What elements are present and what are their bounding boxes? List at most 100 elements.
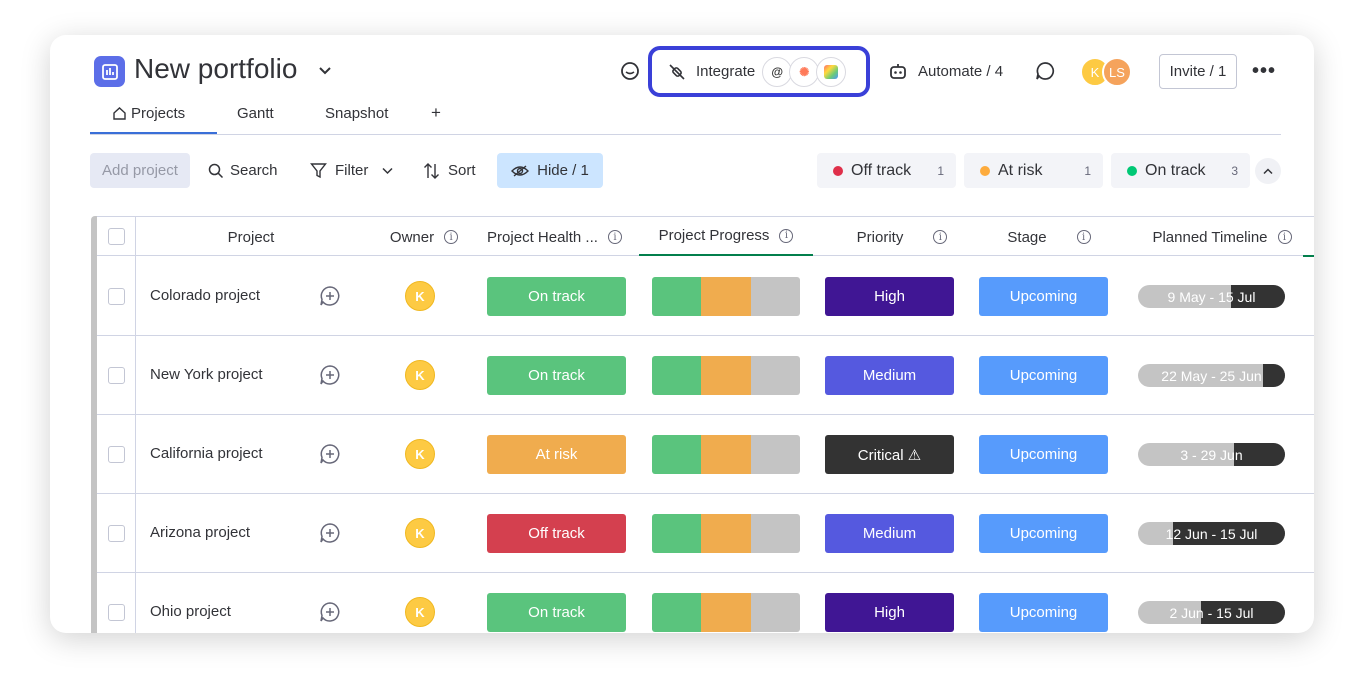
priority-cell[interactable]: Critical ⚠ (825, 435, 954, 474)
table-row[interactable]: Colorado project K On track High Upcomin… (97, 257, 1314, 336)
stage-cell[interactable]: Upcoming (979, 593, 1108, 632)
info-icon[interactable]: i (933, 230, 948, 244)
add-update-icon[interactable] (319, 443, 341, 470)
column-divider (135, 257, 136, 336)
stage-cell[interactable]: Upcoming (979, 435, 1108, 474)
add-update-icon[interactable] (319, 522, 341, 549)
info-icon[interactable]: i (607, 230, 622, 244)
stage-cell[interactable]: Upcoming (979, 277, 1108, 316)
timeline-label: 12 Jun - 15 Jul (1165, 525, 1258, 542)
avatar[interactable]: LS (1102, 57, 1132, 87)
column-header-stage[interactable]: Stage i (979, 217, 1119, 257)
status-dot (980, 165, 990, 176)
table-row[interactable]: California project K At risk Critical ⚠ … (97, 415, 1314, 494)
timeline-bar[interactable]: 9 May - 15 Jul (1138, 285, 1285, 308)
health-status-cell[interactable]: At risk (487, 435, 626, 474)
tab-projects[interactable]: Projects (112, 105, 185, 122)
table-row[interactable]: Ohio project K On track High Upcoming 2 … (97, 573, 1314, 633)
more-options-icon[interactable]: ••• (1252, 60, 1276, 83)
project-name[interactable]: Ohio project (150, 603, 231, 620)
view-tabs: Projects Gantt Snapshot + (90, 99, 1281, 135)
add-update-icon[interactable] (319, 285, 341, 312)
status-dot (833, 165, 843, 176)
timeline-bar[interactable]: 2 Jun - 15 Jul (1138, 601, 1285, 624)
info-icon[interactable]: i (444, 230, 459, 244)
automate-button[interactable]: Automate / 4 (888, 61, 1003, 81)
chevron-down-icon[interactable] (382, 167, 393, 175)
owner-avatar[interactable]: K (405, 597, 435, 627)
project-name[interactable]: Arizona project (150, 524, 250, 541)
sort-icon (423, 162, 440, 180)
table-header: Project Owner i Project Health ... i Proje… (97, 216, 1314, 257)
owner-avatar[interactable]: K (405, 281, 435, 311)
owner-avatar[interactable]: K (405, 439, 435, 469)
status-filter-on-track[interactable]: On track 3 (1111, 153, 1250, 188)
table-row[interactable]: Arizona project K Off track Medium Upcom… (97, 494, 1314, 573)
owner-avatar[interactable]: K (405, 360, 435, 390)
progress-bar (652, 593, 800, 632)
row-checkbox[interactable] (108, 604, 125, 621)
integrate-button[interactable]: Integrate @ ✺ (648, 46, 870, 97)
timeline-bar[interactable]: 3 - 29 Jun (1138, 443, 1285, 466)
row-checkbox[interactable] (108, 367, 125, 384)
progress-segment (652, 277, 702, 316)
priority-cell[interactable]: Medium (825, 356, 954, 395)
info-icon[interactable]: i (1277, 230, 1292, 244)
info-icon[interactable]: i (779, 228, 794, 243)
add-update-icon[interactable] (319, 601, 341, 628)
status-filter-off-track[interactable]: Off track 1 (817, 153, 956, 188)
progress-bar (652, 514, 800, 553)
column-header-project[interactable]: Project (136, 217, 366, 257)
info-icon[interactable]: i (1076, 230, 1091, 244)
health-status-cell[interactable]: On track (487, 593, 626, 632)
column-header-timeline[interactable]: Planned Timeline i (1137, 217, 1307, 257)
project-name[interactable]: New York project (150, 366, 263, 383)
column-header-priority[interactable]: Priority i (819, 217, 985, 257)
home-icon (112, 106, 127, 121)
sort-button[interactable]: Sort (423, 153, 476, 188)
add-project-button[interactable]: Add project (90, 153, 190, 188)
tab-snapshot[interactable]: Snapshot (325, 105, 388, 122)
row-checkbox[interactable] (108, 288, 125, 305)
column-divider (135, 494, 136, 573)
search-button[interactable]: Search (208, 153, 278, 188)
tab-gantt[interactable]: Gantt (237, 105, 274, 122)
table-row[interactable]: New York project K On track Medium Upcom… (97, 336, 1314, 415)
updates-icon[interactable] (1035, 61, 1055, 81)
priority-cell[interactable]: High (825, 593, 954, 632)
project-name[interactable]: Colorado project (150, 287, 260, 304)
project-name[interactable]: California project (150, 445, 263, 462)
status-filter-at-risk[interactable]: At risk 1 (964, 153, 1103, 188)
add-view-button[interactable]: + (431, 103, 441, 123)
timeline-label: 3 - 29 Jun (1180, 446, 1243, 463)
priority-cell[interactable]: Medium (825, 514, 954, 553)
column-header-health[interactable]: Project Health ... i (477, 217, 632, 257)
row-checkbox[interactable] (108, 525, 125, 542)
search-icon (208, 163, 224, 179)
health-status-cell[interactable]: On track (487, 277, 626, 316)
hide-columns-button[interactable]: Hide / 1 (497, 153, 603, 188)
priority-cell[interactable]: High (825, 277, 954, 316)
chat-bubble-icon[interactable] (620, 61, 640, 81)
page-title[interactable]: New portfolio (134, 53, 297, 85)
column-header-progress[interactable]: Project Progress i (639, 217, 813, 256)
timeline-bar[interactable]: 12 Jun - 15 Jul (1138, 522, 1285, 545)
row-checkbox[interactable] (108, 446, 125, 463)
health-status-cell[interactable]: Off track (487, 514, 626, 553)
progress-segment (701, 356, 751, 395)
add-update-icon[interactable] (319, 364, 341, 391)
chevron-down-icon[interactable] (318, 63, 332, 81)
timeline-label: 2 Jun - 15 Jul (1169, 604, 1254, 621)
stage-cell[interactable]: Upcoming (979, 514, 1108, 553)
collapse-summary-button[interactable] (1255, 158, 1281, 184)
health-status-cell[interactable]: On track (487, 356, 626, 395)
invite-button[interactable]: Invite / 1 (1159, 54, 1237, 89)
select-all-checkbox[interactable] (108, 228, 125, 245)
filter-button[interactable]: Filter (310, 153, 393, 188)
progress-bar (652, 435, 800, 474)
owner-avatar[interactable]: K (405, 518, 435, 548)
timeline-label: 22 May - 25 Jun (1161, 367, 1262, 384)
timeline-bar[interactable]: 22 May - 25 Jun (1138, 364, 1285, 387)
stage-cell[interactable]: Upcoming (979, 356, 1108, 395)
column-header-owner[interactable]: Owner i (382, 217, 466, 257)
